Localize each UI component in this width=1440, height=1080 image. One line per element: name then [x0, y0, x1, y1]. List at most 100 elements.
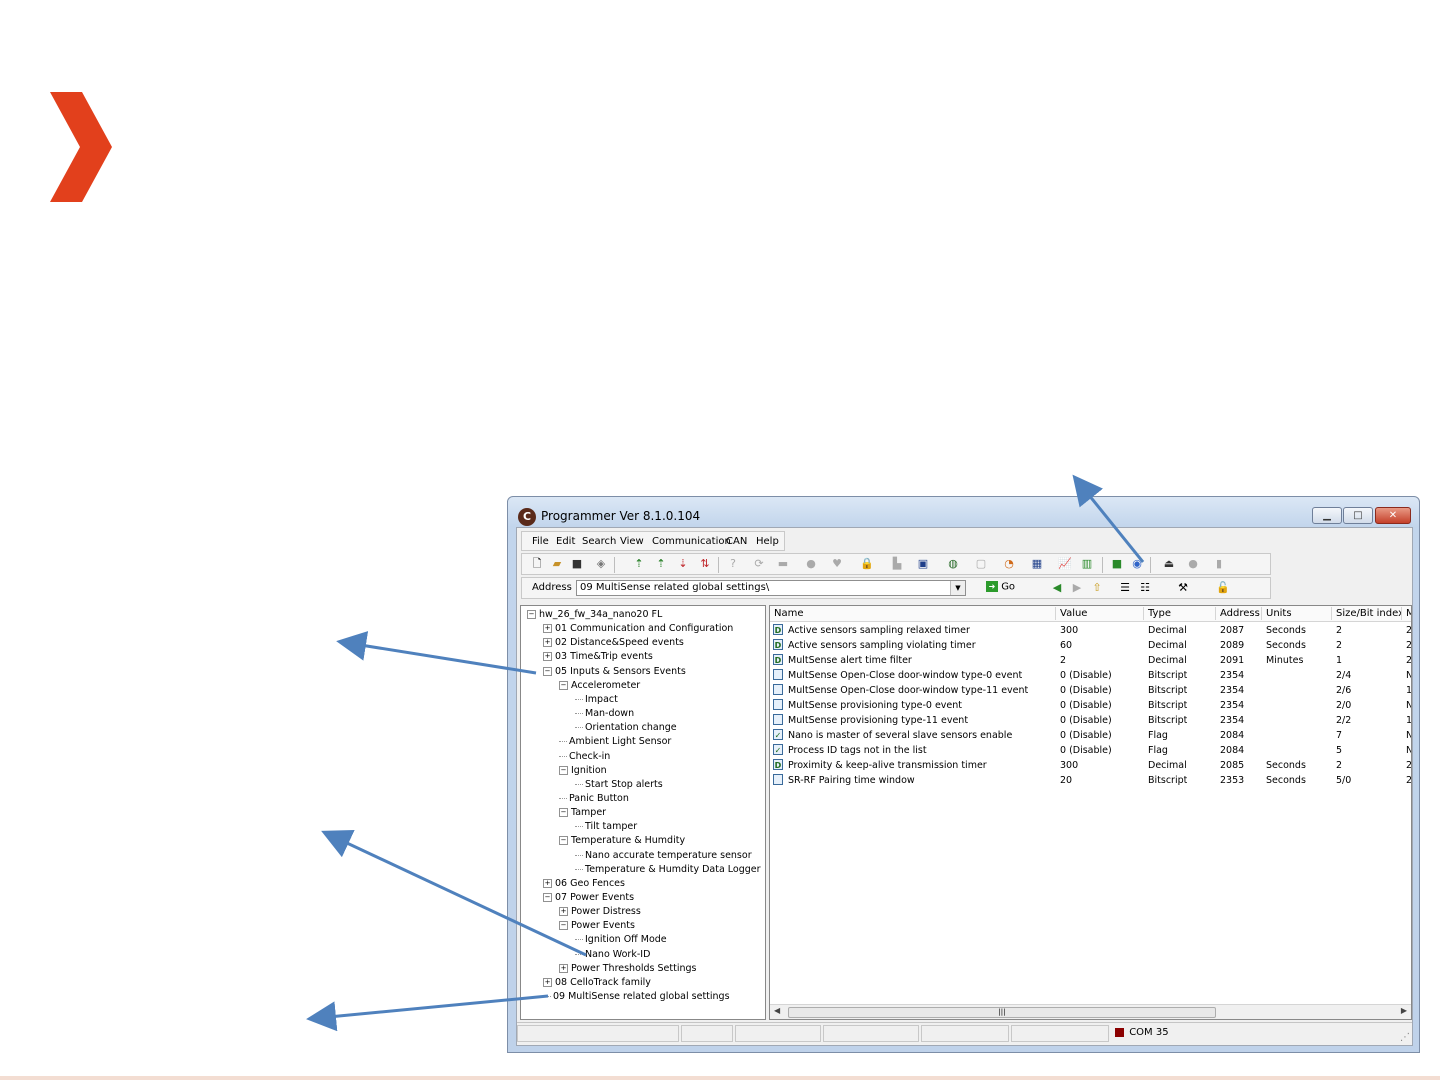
- tree-node[interactable]: − Temperature & Humdity: [559, 835, 685, 847]
- tree-node[interactable]: − Ignition: [559, 765, 607, 777]
- scroll-right-icon[interactable]: ▶: [1401, 1006, 1407, 1015]
- collapse-minus-icon[interactable]: −: [543, 666, 552, 676]
- column-header-size[interactable]: Size/Bit index: [1332, 607, 1402, 620]
- menu-view[interactable]: View: [620, 536, 644, 547]
- collapse-minus-icon[interactable]: −: [559, 808, 568, 818]
- chevron-down-icon[interactable]: ▼: [950, 581, 965, 595]
- table-row[interactable]: ✓ Nano is master of several slave sensors…: [770, 728, 1411, 743]
- bar-chart-icon[interactable]: ▥: [1080, 557, 1094, 571]
- tree-node[interactable]: −07 Power Events: [543, 892, 634, 904]
- resize-grip-icon[interactable]: ⋰: [1400, 1032, 1410, 1043]
- doc-icon[interactable]: ▮: [1212, 557, 1226, 571]
- stop-icon[interactable]: ●: [1186, 557, 1200, 571]
- tree-node[interactable]: Nano accurate temperature sensor: [575, 850, 752, 862]
- tree-node[interactable]: +02 Distance&Speed events: [543, 637, 684, 649]
- table-row[interactable]: MultSense provisioning type-11 event 0 (D…: [770, 713, 1411, 728]
- new-file-icon[interactable]: 🗋: [530, 557, 544, 571]
- lock-icon[interactable]: 🔒: [860, 557, 874, 571]
- blue-globe-icon[interactable]: ◉: [1130, 557, 1144, 571]
- collapse-minus-icon[interactable]: −: [543, 893, 552, 902]
- help-question-icon[interactable]: ?: [726, 557, 740, 571]
- column-header-address[interactable]: Address: [1216, 607, 1262, 620]
- device-icon[interactable]: ⏏: [1162, 557, 1176, 571]
- window-icon[interactable]: ▢: [974, 557, 988, 571]
- back-arrow-icon[interactable]: ◀: [1050, 581, 1064, 595]
- column-header-name[interactable]: Name: [770, 607, 1056, 620]
- tree-node[interactable]: Ignition Off Mode: [575, 934, 667, 946]
- forward-arrow-icon[interactable]: ▶: [1070, 581, 1084, 595]
- tools-icon[interactable]: ⚒: [1176, 581, 1190, 595]
- tree-node[interactable]: Panic Button: [559, 793, 629, 805]
- menu-can[interactable]: CAN: [726, 536, 747, 547]
- read-device-icon[interactable]: ⇡: [632, 557, 646, 571]
- device-eraser-icon[interactable]: ◈: [594, 557, 608, 571]
- tree-node[interactable]: Impact: [575, 694, 618, 706]
- monitor-icon[interactable]: ▣: [916, 557, 930, 571]
- up-folder-icon[interactable]: ⇧: [1090, 581, 1104, 595]
- tree-node[interactable]: +08 CelloTrack family: [543, 977, 651, 989]
- maximize-button[interactable]: □: [1343, 507, 1373, 524]
- tree-node[interactable]: − hw_26_fw_34a_nano20 FL: [527, 609, 662, 621]
- details-view-icon[interactable]: ☰: [1118, 581, 1132, 595]
- tree-node[interactable]: Check-in: [559, 751, 610, 763]
- tree-node[interactable]: Man-down: [575, 708, 634, 720]
- go-button[interactable]: ➜ Go: [986, 581, 1015, 593]
- upload-device-icon[interactable]: ⇡: [654, 557, 668, 571]
- line-chart-icon[interactable]: 📈: [1058, 557, 1072, 571]
- collapse-minus-icon[interactable]: −: [559, 921, 568, 931]
- tree-node[interactable]: − Accelerometer: [559, 680, 640, 692]
- tree-node[interactable]: Nano Work-ID: [575, 949, 650, 961]
- menu-communication[interactable]: Communication: [652, 536, 731, 547]
- open-folder-icon[interactable]: ▰: [550, 557, 564, 571]
- table-row[interactable]: MultSense Open-Close door-window type-11…: [770, 683, 1411, 698]
- sync-device-icon[interactable]: ⇅: [698, 557, 712, 571]
- tree-node[interactable]: Temperature & Humdity Data Logger: [575, 864, 761, 876]
- globe-icon[interactable]: ◍: [946, 557, 960, 571]
- expand-plus-icon[interactable]: +: [543, 878, 552, 888]
- address-combo[interactable]: 09 MultiSense related global settings\ ▼: [576, 580, 966, 596]
- expand-plus-icon[interactable]: +: [543, 638, 552, 648]
- expand-plus-icon[interactable]: +: [543, 977, 552, 987]
- grid-icon[interactable]: ▦: [1030, 557, 1044, 571]
- tree-node[interactable]: + Power Distress: [559, 906, 641, 918]
- tree-node[interactable]: − Tamper: [559, 807, 606, 819]
- tree-node[interactable]: Start Stop alerts: [575, 779, 663, 791]
- column-header-units[interactable]: Units: [1262, 607, 1332, 620]
- table-row[interactable]: D Proximity & keep-alive transmission tim…: [770, 758, 1411, 773]
- tree-node[interactable]: −05 Inputs & Sensors Events: [543, 666, 686, 678]
- collapse-minus-icon[interactable]: −: [527, 610, 536, 619]
- chart-step-icon[interactable]: ▙: [890, 557, 904, 571]
- menu-edit[interactable]: Edit: [556, 536, 575, 547]
- tree-node[interactable]: +06 Geo Fences: [543, 878, 625, 890]
- collapse-minus-icon[interactable]: −: [559, 765, 568, 775]
- tree-node[interactable]: Orientation change: [575, 722, 677, 734]
- column-header-m[interactable]: M: [1402, 607, 1411, 620]
- menu-file[interactable]: File: [532, 536, 549, 547]
- expand-plus-icon[interactable]: +: [559, 907, 568, 917]
- tree-node[interactable]: +01 Communication and Configuration: [543, 623, 733, 635]
- tree-node[interactable]: +03 Time&Trip events: [543, 651, 653, 663]
- collapse-minus-icon[interactable]: −: [559, 836, 568, 846]
- tree-node[interactable]: − Power Events: [559, 920, 635, 932]
- column-header-value[interactable]: Value: [1056, 607, 1144, 620]
- table-row[interactable]: MultSense provisioning type-0 event 0 (Di…: [770, 698, 1411, 713]
- table-row[interactable]: D Active sensors sampling violating timer…: [770, 638, 1411, 653]
- scroll-thumb[interactable]: |||: [788, 1007, 1216, 1018]
- title-bar[interactable]: C Programmer Ver 8.1.0.104 ▁ □ ✕: [508, 497, 1419, 531]
- expand-plus-icon[interactable]: +: [559, 963, 568, 973]
- table-row[interactable]: ✓ Process ID tags not in the list 0 (Disab…: [770, 743, 1411, 758]
- clock-icon[interactable]: ◔: [1002, 557, 1016, 571]
- menu-help[interactable]: Help: [756, 536, 779, 547]
- unlock-icon[interactable]: 🔓: [1216, 581, 1230, 595]
- expand-plus-icon[interactable]: +: [543, 652, 552, 662]
- green-square-icon[interactable]: ■: [1110, 557, 1124, 571]
- menu-search[interactable]: Search: [582, 536, 616, 547]
- scroll-left-icon[interactable]: ◀: [774, 1006, 780, 1015]
- table-row[interactable]: SR-RF Pairing time window 20 Bitscript 2353…: [770, 773, 1411, 788]
- list-view-icon[interactable]: ☷: [1138, 581, 1152, 595]
- parameter-tree[interactable]: − hw_26_fw_34a_nano20 FL +01 Communication…: [520, 605, 766, 1020]
- record-icon[interactable]: ●: [804, 557, 818, 571]
- minimize-button[interactable]: ▁: [1312, 507, 1342, 524]
- table-row[interactable]: D Active sensors sampling relaxed timer 30…: [770, 623, 1411, 638]
- save-disk-icon[interactable]: ■: [570, 557, 584, 571]
